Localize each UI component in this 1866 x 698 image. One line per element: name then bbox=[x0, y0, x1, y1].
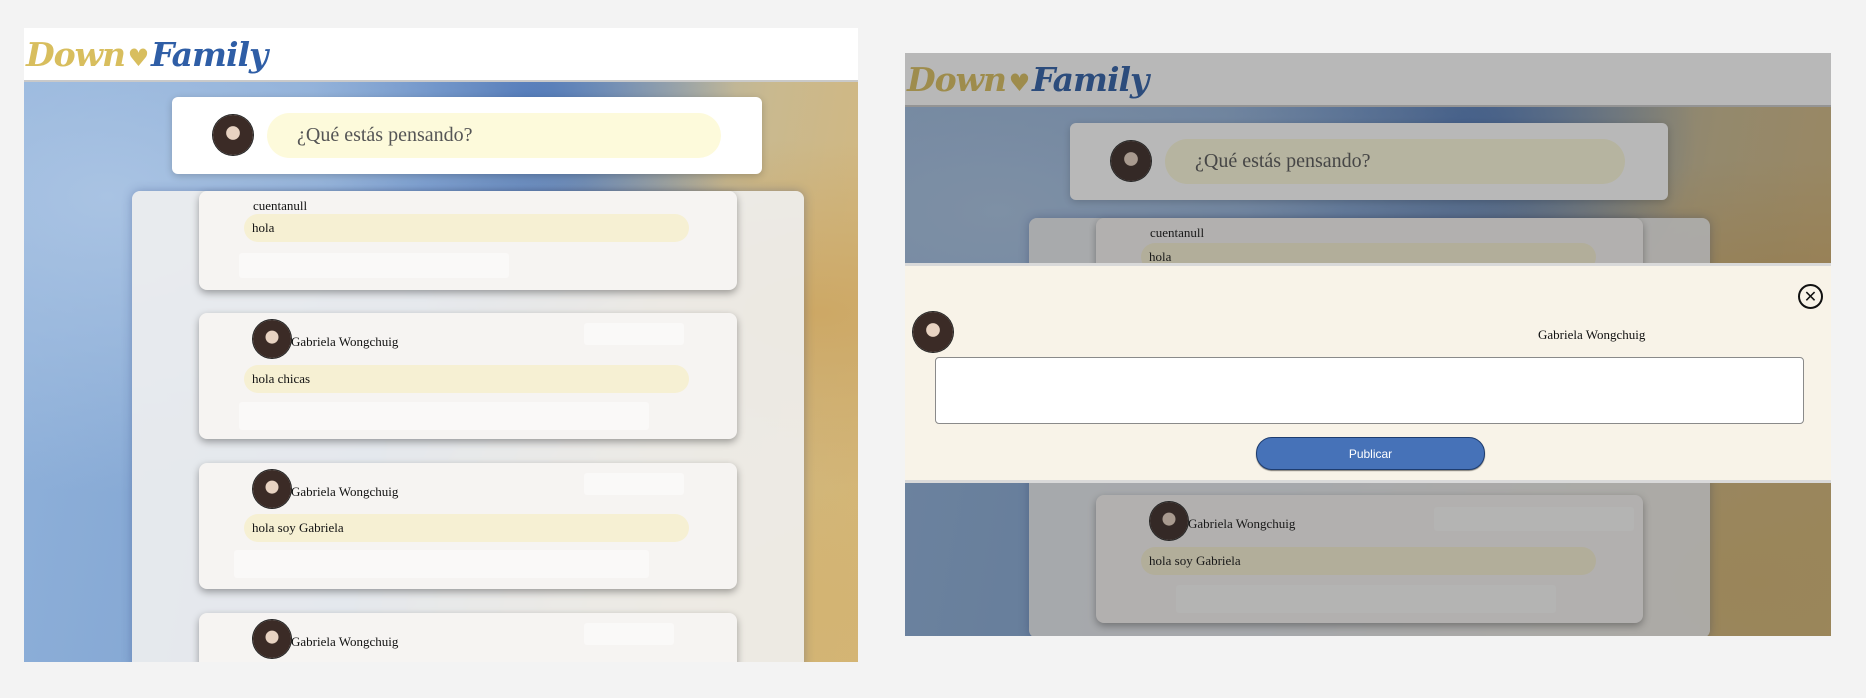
comment-area[interactable] bbox=[239, 253, 509, 278]
broken-image-icon: cuentanull bbox=[253, 198, 307, 214]
new-post-screen: Down ♥Family ¿Qué estás pensando? cuentan… bbox=[905, 53, 1831, 636]
post-meta-area bbox=[584, 323, 684, 345]
avatar bbox=[213, 115, 253, 155]
post-meta-area bbox=[584, 623, 674, 645]
publish-button[interactable]: Publicar bbox=[1256, 437, 1485, 470]
avatar bbox=[253, 620, 291, 658]
post-text-field[interactable] bbox=[935, 357, 1804, 424]
downfamily-logo[interactable]: Down ♥Family bbox=[24, 28, 268, 80]
header-bar: Down ♥Family bbox=[24, 28, 858, 82]
heart-icon: ♥ bbox=[127, 42, 150, 72]
close-circle-icon[interactable]: ✕ bbox=[1798, 284, 1823, 309]
avatar bbox=[253, 470, 291, 508]
whats-on-your-mind-input[interactable]: ¿Qué estás pensando? bbox=[267, 113, 721, 158]
post-author: Gabriela Wongchuig bbox=[291, 634, 399, 649]
post-author: Gabriela Wongchuig bbox=[291, 334, 399, 349]
post-message: hola chicas bbox=[244, 365, 689, 393]
logo-part-family: Family bbox=[151, 34, 268, 74]
post-card: Gabriela Wongchuig hola soy Gabriela bbox=[199, 463, 737, 589]
new-post-modal: ✕ Gabriela Wongchuig Publicar bbox=[905, 263, 1831, 483]
posts-feed[interactable]: cuentanull hola Gabriela Wongchuig hola … bbox=[132, 191, 804, 662]
modal-author-name: Gabriela Wongchuig bbox=[1538, 327, 1646, 342]
comment-area[interactable] bbox=[234, 550, 649, 578]
logo-text: Down ♥Family bbox=[26, 34, 268, 74]
logo-part-down: Down bbox=[26, 34, 126, 74]
feed-screen: Down ♥Family ¿Qué estás pensando? cuentan… bbox=[24, 28, 858, 662]
comment-area[interactable] bbox=[239, 402, 649, 430]
avatar bbox=[253, 320, 291, 358]
post-card: Gabriela Wongchuig hola chicas bbox=[199, 313, 737, 439]
post-card: cuentanull hola bbox=[199, 191, 737, 290]
avatar bbox=[913, 312, 953, 352]
post-card: Gabriela Wongchuig bbox=[199, 613, 737, 662]
image-alt-text: cuentanull bbox=[253, 198, 308, 213]
post-author: Gabriela Wongchuig bbox=[291, 484, 399, 499]
post-message: hola soy Gabriela bbox=[244, 514, 689, 542]
post-composer: ¿Qué estás pensando? bbox=[172, 97, 762, 174]
post-message: hola bbox=[244, 214, 689, 242]
post-meta-area bbox=[584, 473, 684, 495]
